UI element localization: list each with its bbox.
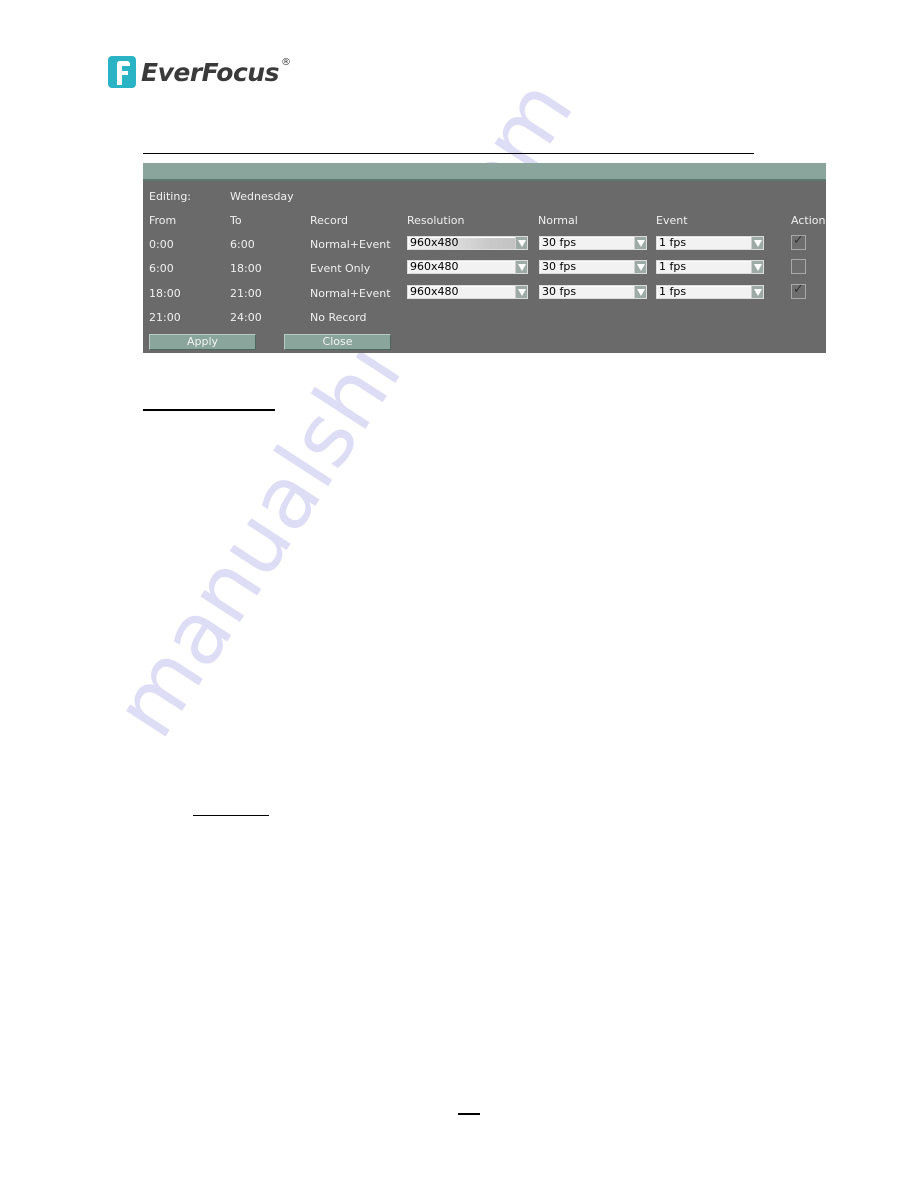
event-fps-value: 1 fps xyxy=(659,260,687,273)
logo-text: EverFocus xyxy=(141,57,279,87)
normal-fps-value: 30 fps xyxy=(542,285,577,298)
schedule-edit-panel: Editing: Wednesday From To Record Resolu… xyxy=(143,163,826,353)
panel-titlebar xyxy=(143,163,826,181)
action-checkbox[interactable]: ✓ xyxy=(791,282,806,299)
dropdown-arrow-icon[interactable] xyxy=(634,286,646,298)
header-resolution: Resolution xyxy=(407,214,465,227)
resolution-select[interactable]: 960x480 xyxy=(407,285,528,299)
section-divider xyxy=(143,153,754,154)
dropdown-arrow-icon[interactable] xyxy=(634,237,646,249)
dropdown-arrow-icon[interactable] xyxy=(515,237,527,249)
row-to: 24:00 xyxy=(230,311,262,324)
close-button[interactable]: Close xyxy=(284,334,391,350)
normal-fps-value: 30 fps xyxy=(542,260,577,273)
header-to: To xyxy=(230,214,242,227)
dropdown-arrow-icon[interactable] xyxy=(634,261,646,273)
row-from: 21:00 xyxy=(149,311,181,324)
normal-fps-select[interactable]: 30 fps xyxy=(539,236,647,250)
normal-fps-select[interactable]: 30 fps xyxy=(539,260,647,274)
action-checkbox[interactable]: ✓ xyxy=(791,233,806,250)
row-from: 18:00 xyxy=(149,287,181,300)
action-checkbox[interactable] xyxy=(791,259,806,274)
row-record: Normal+Event xyxy=(310,287,391,300)
resolution-select[interactable]: 960x480 xyxy=(407,260,528,274)
resolution-value: 960x480 xyxy=(410,260,459,273)
row-record: Normal+Event xyxy=(310,238,391,251)
event-fps-select[interactable]: 1 fps xyxy=(656,260,764,274)
section-underline xyxy=(143,409,275,411)
event-fps-value: 1 fps xyxy=(659,236,687,249)
header-event: Event xyxy=(656,214,688,227)
checkmark-icon: ✓ xyxy=(793,233,804,248)
resolution-value: 960x480 xyxy=(410,285,459,298)
logo-f-icon xyxy=(108,56,136,88)
row-from: 0:00 xyxy=(149,238,174,251)
header-normal: Normal xyxy=(538,214,578,227)
checkmark-icon: ✓ xyxy=(793,282,804,297)
row-record: No Record xyxy=(310,311,367,324)
resolution-select[interactable]: 960x480 xyxy=(407,236,528,250)
header-action: Action xyxy=(791,214,826,227)
event-fps-value: 1 fps xyxy=(659,285,687,298)
row-to: 21:00 xyxy=(230,287,262,300)
dropdown-arrow-icon[interactable] xyxy=(515,286,527,298)
apply-button[interactable]: Apply xyxy=(149,334,256,350)
page-number-underline xyxy=(458,1113,480,1115)
normal-fps-select[interactable]: 30 fps xyxy=(539,285,647,299)
subsection-underline xyxy=(193,815,269,816)
row-to: 18:00 xyxy=(230,262,262,275)
normal-fps-value: 30 fps xyxy=(542,236,577,249)
dropdown-arrow-icon[interactable] xyxy=(751,286,763,298)
everfocus-logo: EverFocus ® xyxy=(108,55,291,89)
header-record: Record xyxy=(310,214,349,227)
editing-day: Wednesday xyxy=(230,190,294,203)
registered-mark: ® xyxy=(280,56,291,68)
dropdown-arrow-icon[interactable] xyxy=(751,237,763,249)
dropdown-arrow-icon[interactable] xyxy=(751,261,763,273)
event-fps-select[interactable]: 1 fps xyxy=(656,285,764,299)
row-record: Event Only xyxy=(310,262,371,275)
resolution-value: 960x480 xyxy=(410,236,459,249)
editing-label: Editing: xyxy=(149,190,192,203)
row-from: 6:00 xyxy=(149,262,174,275)
event-fps-select[interactable]: 1 fps xyxy=(656,236,764,250)
dropdown-arrow-icon[interactable] xyxy=(515,261,527,273)
header-from: From xyxy=(149,214,177,227)
row-to: 6:00 xyxy=(230,238,255,251)
